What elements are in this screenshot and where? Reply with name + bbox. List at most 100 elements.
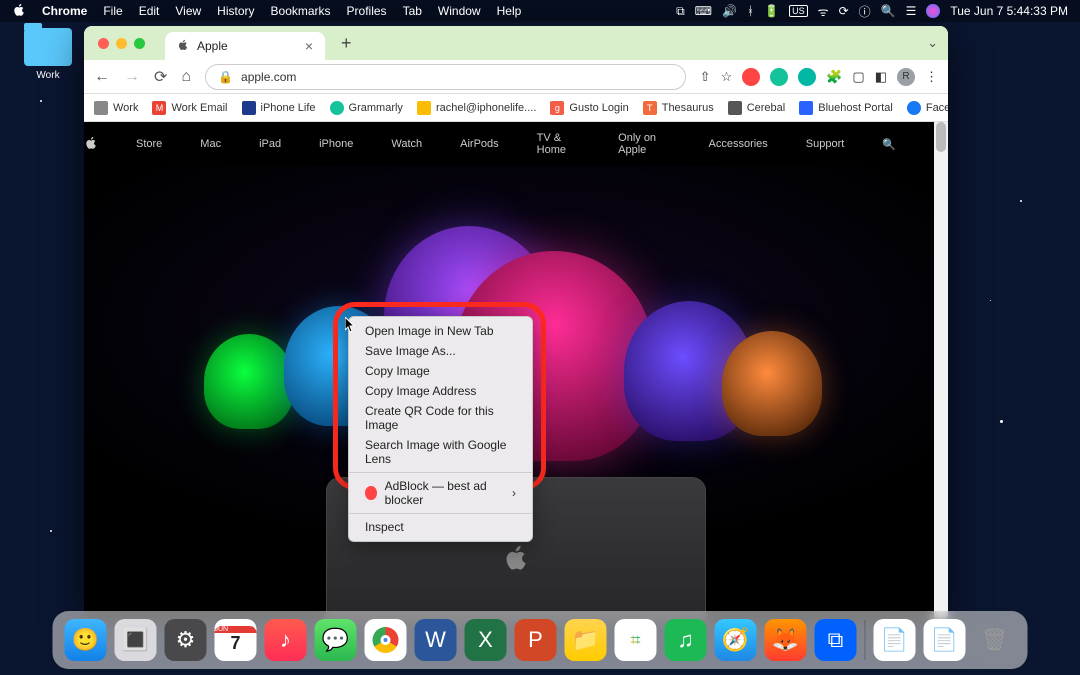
address-bar[interactable]: 🔒 apple.com <box>205 64 686 90</box>
dock-powerpoint[interactable]: P <box>515 619 557 661</box>
bookmark-item[interactable]: gGusto Login <box>550 101 628 115</box>
extensions-icon[interactable]: 🧩 <box>826 69 842 85</box>
dock-word[interactable]: W <box>415 619 457 661</box>
scrollbar-thumb[interactable] <box>936 122 946 152</box>
menu-history[interactable]: History <box>217 4 254 18</box>
extension-grammarly-icon[interactable] <box>770 68 788 86</box>
ctx-adblock[interactable]: AdBlock — best ad blocker › <box>349 476 532 510</box>
bookmark-item[interactable]: TThesaurus <box>643 101 714 115</box>
search-icon[interactable]: 🔍 <box>882 138 896 151</box>
volume-icon[interactable]: 🔊 <box>722 4 737 18</box>
dock-trash[interactable]: 🗑 <box>974 619 1016 661</box>
menu-tab[interactable]: Tab <box>403 4 422 18</box>
bookmark-item[interactable]: rachel@iphonelife.... <box>417 101 536 115</box>
menu-profiles[interactable]: Profiles <box>347 4 387 18</box>
bookmark-item[interactable]: MWork Email <box>152 101 227 115</box>
extension-adblock-icon[interactable] <box>742 68 760 86</box>
dock-music[interactable]: ♪ <box>265 619 307 661</box>
tabs-dropdown-icon[interactable]: ⌄ <box>927 35 938 51</box>
menu-help[interactable]: Help <box>497 4 522 18</box>
menu-edit[interactable]: Edit <box>139 4 160 18</box>
bookmark-star-icon[interactable]: ☆ <box>721 69 733 85</box>
menubar-datetime[interactable]: Tue Jun 7 5:44:33 PM <box>950 4 1068 18</box>
input-source-icon[interactable]: US <box>789 5 808 17</box>
dock-spotify[interactable]: ♫ <box>665 619 707 661</box>
tab-title: Apple <box>197 39 228 53</box>
dock-notes[interactable]: 📁 <box>565 619 607 661</box>
sidepanel-icon[interactable]: ◧ <box>875 69 887 85</box>
dock-finder[interactable]: 🙂 <box>65 619 107 661</box>
home-button[interactable]: ⌂ <box>181 68 191 86</box>
info-icon[interactable]: ⓘ <box>859 3 871 20</box>
dock-dropbox[interactable]: ⧉ <box>815 619 857 661</box>
dock-slack[interactable]: ⌗ <box>615 619 657 661</box>
ctx-create-qr[interactable]: Create QR Code for this Image <box>349 401 532 435</box>
apple-logo-icon[interactable] <box>84 136 98 153</box>
ctx-open-image-new-tab[interactable]: Open Image in New Tab <box>349 321 532 341</box>
vertical-scrollbar[interactable] <box>934 122 948 622</box>
bookmark-item[interactable]: Facebook <box>907 101 948 115</box>
keyboard-icon[interactable]: ⌨ <box>695 4 712 18</box>
minimize-window-button[interactable] <box>116 38 127 49</box>
bookmark-item[interactable]: Bluehost Portal <box>799 101 893 115</box>
lock-icon[interactable]: 🔒 <box>218 70 233 84</box>
siri-icon[interactable] <box>926 4 940 18</box>
nav-mac[interactable]: Mac <box>200 138 221 150</box>
spotlight-icon[interactable]: 🔍 <box>881 4 896 18</box>
bluetooth-icon[interactable]: ᚼ <box>747 4 754 18</box>
nav-support[interactable]: Support <box>806 138 845 150</box>
maximize-window-button[interactable] <box>134 38 145 49</box>
battery-icon[interactable]: 🔋 <box>764 4 779 18</box>
sync-icon[interactable]: ⟳ <box>839 4 849 18</box>
close-window-button[interactable] <box>98 38 109 49</box>
apple-menu-icon[interactable] <box>12 3 26 20</box>
bookmark-item[interactable]: Grammarly <box>330 101 403 115</box>
menu-window[interactable]: Window <box>438 4 481 18</box>
wifi-icon[interactable]: ᯤ <box>818 3 829 20</box>
dock-calendar[interactable]: JUN7 <box>215 619 257 661</box>
back-button[interactable]: ← <box>94 68 110 86</box>
share-icon[interactable]: ⇧ <box>700 69 711 85</box>
profile-avatar[interactable]: R <box>897 68 915 86</box>
dropbox-icon[interactable]: ⧉ <box>676 4 685 19</box>
close-tab-icon[interactable]: × <box>305 38 313 54</box>
dock-firefox[interactable]: 🦊 <box>765 619 807 661</box>
nav-accessories[interactable]: Accessories <box>709 138 768 150</box>
menubar-app-name[interactable]: Chrome <box>42 4 87 18</box>
dock-doc-2[interactable]: 📄 <box>924 619 966 661</box>
browser-tab[interactable]: Apple × <box>165 32 325 60</box>
menu-file[interactable]: File <box>103 4 122 18</box>
dock-settings[interactable]: ⚙ <box>165 619 207 661</box>
reload-button[interactable]: ⟳ <box>154 67 167 87</box>
dock-excel[interactable]: X <box>465 619 507 661</box>
nav-tv-home[interactable]: TV & Home <box>537 132 580 156</box>
ctx-search-google-lens[interactable]: Search Image with Google Lens <box>349 435 532 469</box>
nav-only-on-apple[interactable]: Only on Apple <box>618 132 670 156</box>
nav-iphone[interactable]: iPhone <box>319 138 353 150</box>
menu-view[interactable]: View <box>175 4 201 18</box>
ctx-copy-image-address[interactable]: Copy Image Address <box>349 381 532 401</box>
new-tab-button[interactable]: + <box>341 33 352 54</box>
bookmark-item[interactable]: iPhone Life <box>242 101 316 115</box>
dock-messages[interactable]: 💬 <box>315 619 357 661</box>
kebab-menu-icon[interactable]: ⋮ <box>925 69 938 85</box>
nav-store[interactable]: Store <box>136 138 162 150</box>
ctx-inspect[interactable]: Inspect <box>349 517 532 537</box>
memoji-green <box>204 334 294 429</box>
ctx-save-image-as[interactable]: Save Image As... <box>349 341 532 361</box>
desktop-folder-work[interactable]: Work <box>18 28 78 81</box>
dock-launchpad[interactable]: 🔳 <box>115 619 157 661</box>
bookmark-item[interactable]: Work <box>94 101 138 115</box>
cast-icon[interactable]: ▢ <box>852 69 864 85</box>
nav-airpods[interactable]: AirPods <box>460 138 499 150</box>
ctx-copy-image[interactable]: Copy Image <box>349 361 532 381</box>
extension-green-icon[interactable] <box>798 68 816 86</box>
dock-doc-1[interactable]: 📄 <box>874 619 916 661</box>
control-center-icon[interactable]: ☰ <box>906 4 917 18</box>
dock-safari[interactable]: 🧭 <box>715 619 757 661</box>
menu-bookmarks[interactable]: Bookmarks <box>271 4 331 18</box>
dock-chrome[interactable] <box>365 619 407 661</box>
bookmark-item[interactable]: Cerebal <box>728 101 786 115</box>
nav-watch[interactable]: Watch <box>391 138 422 150</box>
nav-ipad[interactable]: iPad <box>259 138 281 150</box>
